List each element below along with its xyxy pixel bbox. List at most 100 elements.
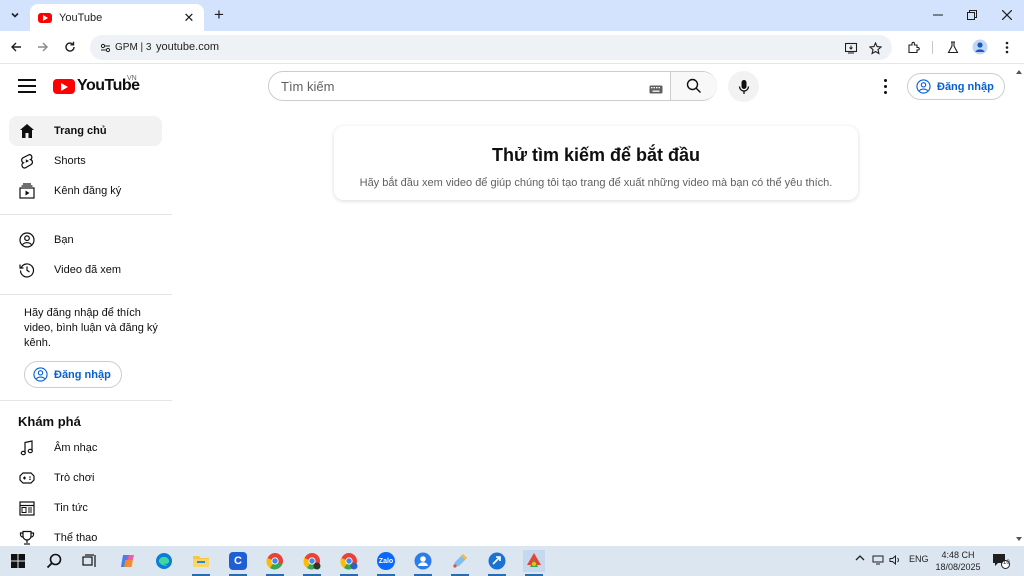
chrome-profile-icon[interactable] xyxy=(301,550,323,576)
sidebar-item-shorts[interactable]: Shorts xyxy=(9,146,162,176)
sidebar-item-gaming[interactable]: Trò chơi xyxy=(9,463,162,493)
tune-icon xyxy=(100,43,111,52)
extensions-icon[interactable] xyxy=(904,38,922,56)
restore-icon[interactable] xyxy=(958,5,986,25)
gaming-icon xyxy=(18,469,36,487)
page-scrollbar[interactable] xyxy=(1014,65,1024,546)
site-info-chip[interactable]: GPM | 3 xyxy=(94,38,158,57)
voice-search-button[interactable] xyxy=(728,71,759,102)
signin-button[interactable]: Đăng nhập xyxy=(907,73,1005,100)
prompt-subtitle: Hãy bắt đầu xem video để giúp chúng tôi … xyxy=(359,177,833,189)
back-icon[interactable] xyxy=(7,38,25,56)
you-icon xyxy=(18,231,36,249)
explore-heading: Khám phá xyxy=(18,414,81,429)
toolbar-divider xyxy=(932,41,933,54)
tray-overflow-chevron-icon[interactable] xyxy=(855,554,865,564)
sidebar-divider xyxy=(0,294,172,295)
history-icon xyxy=(18,261,36,279)
url-text[interactable]: youtube.com xyxy=(156,41,219,53)
guide-menu-icon[interactable] xyxy=(18,79,36,93)
trophy-icon xyxy=(18,529,36,546)
empty-feed-prompt-card: Thử tìm kiếm để bắt đầu Hãy bắt đầu xem … xyxy=(334,126,858,200)
signin-label: Đăng nhập xyxy=(54,368,111,381)
clock-time: 4:48 CH xyxy=(941,550,975,560)
sidebar-item-label: Shorts xyxy=(54,155,86,167)
profile-avatar-icon[interactable] xyxy=(971,38,989,56)
site-chip-label: GPM | 3 xyxy=(115,42,152,53)
scroll-down-arrow-icon[interactable] xyxy=(1016,537,1022,541)
sidebar-item-sports[interactable]: Thể thao xyxy=(9,523,162,546)
sidebar-item-label: Âm nhạc xyxy=(54,442,98,454)
notification-count: 10 xyxy=(1003,560,1010,566)
shorts-icon xyxy=(18,152,36,170)
remote-app-icon[interactable] xyxy=(486,550,508,576)
labs-flask-icon[interactable] xyxy=(944,38,962,56)
sidebar-item-home[interactable]: Trang chủ xyxy=(9,116,162,146)
edge-browser-icon[interactable] xyxy=(153,550,175,572)
sidebar-item-label: Tin tức xyxy=(54,502,88,514)
new-tab-icon[interactable]: + xyxy=(210,6,228,24)
forward-icon[interactable] xyxy=(34,38,52,56)
input-language[interactable]: ENG xyxy=(909,554,929,564)
zalo-icon[interactable]: Zalo xyxy=(375,550,397,576)
ccleaner-app-icon[interactable]: C xyxy=(227,550,249,576)
settings-more-icon[interactable] xyxy=(878,77,892,95)
gpm-browser-icon[interactable] xyxy=(523,550,545,576)
contacts-app-icon[interactable] xyxy=(412,550,434,576)
search-button[interactable] xyxy=(670,72,717,100)
bookmark-star-icon[interactable] xyxy=(867,40,883,56)
prompt-title: Thử tìm kiếm để bắt đầu xyxy=(491,145,701,165)
youtube-logo[interactable]: YouTube VN xyxy=(53,75,140,95)
zalo-label: Zalo xyxy=(377,552,395,570)
reload-icon[interactable] xyxy=(61,38,79,56)
windows-start-icon[interactable] xyxy=(7,550,29,572)
sidebar-divider xyxy=(0,400,172,401)
home-icon xyxy=(18,122,36,140)
youtube-masthead: YouTube VN Đăng nhập xyxy=(0,65,1014,109)
search-box xyxy=(268,71,717,101)
chrome-profile-icon[interactable] xyxy=(338,550,360,576)
subscriptions-icon xyxy=(18,182,36,200)
file-explorer-icon[interactable] xyxy=(190,550,212,576)
sidebar-item-label: Video đã xem xyxy=(54,264,122,276)
sidebar-item-music[interactable]: Âm nhạc xyxy=(9,433,162,463)
search-icon xyxy=(686,78,701,93)
sidebar-item-subscriptions[interactable]: Kênh đăng ký xyxy=(9,176,162,206)
system-clock[interactable]: 4:48 CH 18/08/2025 xyxy=(930,549,986,573)
notification-center-icon[interactable]: 10 xyxy=(990,550,1012,572)
network-icon[interactable] xyxy=(872,555,884,567)
tab-close-icon[interactable]: ✕ xyxy=(182,10,196,26)
keyboard-icon[interactable] xyxy=(649,81,663,99)
scroll-up-arrow-icon[interactable] xyxy=(1016,70,1022,74)
youtube-favicon-icon xyxy=(38,12,52,23)
sidebar-item-history[interactable]: Video đã xem xyxy=(9,255,162,285)
music-icon xyxy=(18,439,36,457)
sidebar-item-label: Trang chủ xyxy=(54,125,107,137)
browser-menu-icon[interactable] xyxy=(998,38,1016,56)
sidebar-item-label: Kênh đăng ký xyxy=(54,185,122,197)
browser-toolbar: GPM | 3 youtube.com xyxy=(0,31,1024,64)
browser-tab[interactable]: YouTube ✕ xyxy=(30,4,204,31)
minimize-icon[interactable] xyxy=(924,5,952,25)
windows-taskbar: C Zalo ENG 4:48 CH 18/08/2025 10 xyxy=(0,546,1024,576)
sidebar-item-you[interactable]: Bạn xyxy=(9,225,162,255)
copilot-icon[interactable] xyxy=(117,550,139,572)
volume-icon[interactable] xyxy=(889,554,901,567)
signin-prompt-text: Hãy đăng nhập để thích video, bình luận … xyxy=(24,307,158,349)
search-input[interactable] xyxy=(281,77,651,95)
chrome-icon[interactable] xyxy=(264,550,286,576)
tab-search-chevron-icon[interactable] xyxy=(6,6,24,24)
taskbar-search-icon[interactable] xyxy=(43,550,65,572)
account-circle-icon xyxy=(33,367,48,382)
browser-tabstrip: YouTube ✕ + xyxy=(0,0,1024,31)
sidebar-item-news[interactable]: Tin tức xyxy=(9,493,162,523)
address-bar[interactable]: GPM | 3 youtube.com xyxy=(90,35,892,60)
country-code: VN xyxy=(127,75,137,82)
clock-date: 18/08/2025 xyxy=(935,562,981,572)
task-view-icon[interactable] xyxy=(79,550,101,572)
install-app-icon[interactable] xyxy=(843,40,859,56)
window-close-icon[interactable] xyxy=(993,5,1021,25)
microphone-icon xyxy=(738,79,749,94)
sidebar-signin-button[interactable]: Đăng nhập xyxy=(24,361,122,388)
paint-app-icon[interactable] xyxy=(449,550,471,576)
